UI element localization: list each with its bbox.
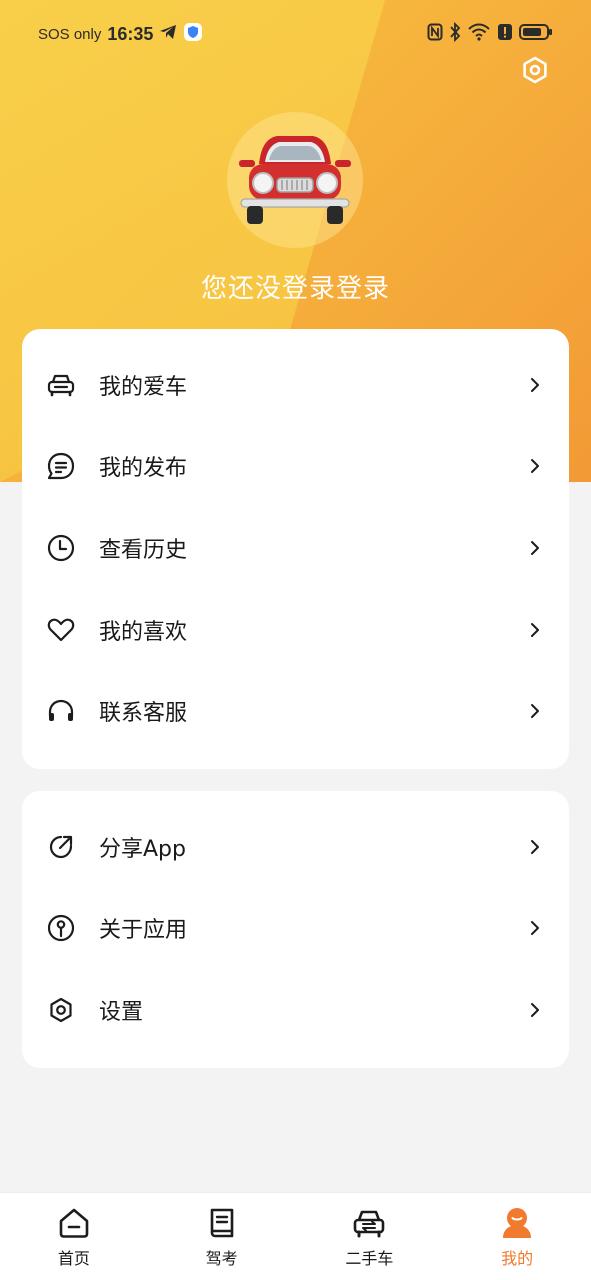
red-car-avatar-icon [239,136,351,224]
tab-label: 驾考 [205,1249,238,1268]
chevron-right-icon [527,622,543,638]
bottom-tab-bar: 首页 驾考 二手车 我的 [0,1192,591,1280]
menu-item-share-app[interactable]: 分享App [22,806,569,888]
other-menu-card: 分享App 关于应用 设置 [22,791,569,1068]
message-icon [46,451,76,481]
status-time: 16:35 [107,23,154,44]
used-car-icon [351,1205,387,1241]
menu-item-my-posts[interactable]: 我的发布 [22,426,569,508]
menu-item-history[interactable]: 查看历史 [22,507,569,589]
menu-item-customer-service[interactable]: 联系客服 [22,670,569,752]
chevron-right-icon [527,458,543,474]
home-icon [56,1205,92,1241]
tab-label: 我的 [501,1249,534,1268]
battery-icon [519,23,553,45]
menu-item-favorites[interactable]: 我的喜欢 [22,589,569,671]
clock-icon [46,533,76,563]
tab-home[interactable]: 首页 [0,1193,148,1280]
headset-icon [46,696,76,726]
menu-item-about[interactable]: 关于应用 [22,888,569,970]
nfc-icon [427,23,443,45]
settings-button-top[interactable] [519,56,551,88]
shield-app-icon [183,22,203,46]
chevron-right-icon [527,703,543,719]
tab-label: 首页 [57,1249,90,1268]
menu-item-settings[interactable]: 设置 [22,969,569,1051]
bluetooth-icon [449,21,461,46]
chevron-right-icon [527,920,543,936]
status-right [427,21,553,46]
menu-item-label: 查看历史 [99,537,188,563]
menu-item-label: 联系客服 [99,701,188,727]
telegram-icon [159,24,177,44]
menu-item-label: 设置 [99,999,144,1025]
tab-mine[interactable]: 我的 [443,1193,591,1280]
settings-icon [521,56,549,88]
alert-icon [497,23,513,45]
login-prompt[interactable]: 您还没登录登录 [0,268,591,305]
menu-item-label: 关于应用 [99,918,188,944]
menu-item-my-car[interactable]: 我的爱车 [22,344,569,426]
chevron-right-icon [527,540,543,556]
menu-item-label: 我的喜欢 [99,619,188,645]
heart-icon [46,615,76,645]
sos-text: SOS only [38,25,102,43]
menu-item-label: 分享App [99,836,186,862]
menu-item-label: 我的爱车 [99,374,188,400]
status-bar: SOS only 16:35 [0,18,591,50]
menu-item-label: 我的发布 [99,456,188,482]
settings-icon [46,995,76,1025]
share-icon [46,832,76,862]
tab-used-cars[interactable]: 二手车 [296,1193,444,1280]
status-left: SOS only 16:35 [38,22,203,46]
chevron-right-icon [527,1002,543,1018]
wifi-icon [467,22,491,46]
chevron-right-icon [527,377,543,393]
info-icon [46,913,76,943]
tab-label: 二手车 [345,1249,394,1268]
tab-driving-test[interactable]: 驾考 [148,1193,296,1280]
user-icon [499,1205,535,1241]
book-icon [204,1205,240,1241]
car-icon [46,370,76,400]
avatar[interactable] [227,112,363,248]
chevron-right-icon [527,839,543,855]
main-menu-card: 我的爱车 我的发布 查看历史 我的喜欢 联系客服 [22,329,569,769]
